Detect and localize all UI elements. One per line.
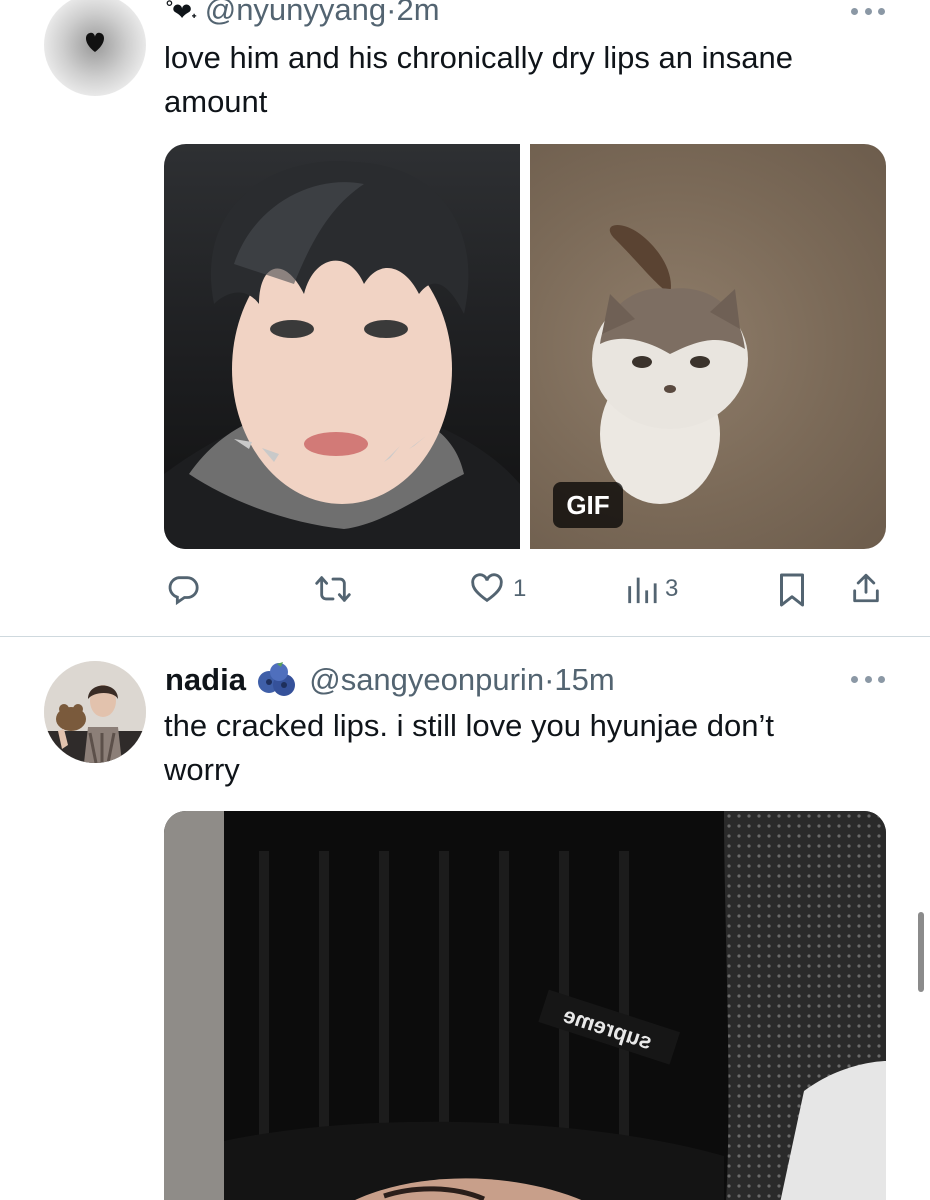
tweet-1[interactable]: ˚❤︎˖ @nyunyyang·2m love him and his chro… <box>0 0 930 636</box>
more-icon[interactable] <box>851 6 885 16</box>
tweet-text: the cracked lips. i still love you hyunj… <box>164 704 774 792</box>
avatar-photo <box>44 661 146 763</box>
tweet-text: love him and his chronically dry lips an… <box>164 36 793 124</box>
tweet-photo[interactable]: supreme <box>164 811 886 1200</box>
user-handle[interactable]: @sangyeonpurin <box>309 662 544 697</box>
like-icon <box>471 573 503 603</box>
tweet-text-line: amount <box>164 84 268 119</box>
gif-badge: GIF <box>553 482 623 528</box>
tweet-photo[interactable] <box>164 144 520 549</box>
heart-avatar-icon <box>85 32 105 52</box>
reply-button[interactable] <box>166 572 200 606</box>
separator: · <box>386 0 397 27</box>
timestamp[interactable]: 15m <box>554 662 614 697</box>
views-button[interactable]: 3 <box>625 572 678 606</box>
retweet-icon <box>315 576 351 602</box>
bookmark-icon <box>780 573 804 607</box>
share-icon <box>853 573 879 603</box>
display-name[interactable]: nadia <box>165 662 246 697</box>
tweet-text-line: the cracked lips. i still love you hyunj… <box>164 708 774 743</box>
views-count: 3 <box>665 575 679 602</box>
separator: · <box>544 662 555 697</box>
avatar[interactable] <box>44 0 146 96</box>
avatar[interactable] <box>44 661 146 763</box>
more-icon[interactable] <box>851 674 885 684</box>
share-button[interactable] <box>849 570 883 606</box>
display-name-decoration[interactable]: ˚❤︎˖ <box>166 0 198 26</box>
timestamp[interactable]: 2m <box>396 0 439 27</box>
views-icon <box>628 577 657 604</box>
tweet-2[interactable]: nadia @sangyeonpurin·15m the cracked lip… <box>0 637 930 1200</box>
user-handle[interactable]: @nyunyyang <box>205 0 386 27</box>
tweet-text-line: love him and his chronically dry lips an… <box>164 40 793 75</box>
tweet-header: nadia @sangyeonpurin·15m <box>165 660 615 698</box>
tweet-header: ˚❤︎˖ @nyunyyang·2m <box>166 0 440 31</box>
like-button[interactable]: 1 <box>469 572 526 606</box>
scrollbar[interactable] <box>918 912 924 992</box>
retweet-button[interactable] <box>314 572 352 606</box>
blueberries-emoji-icon <box>257 662 295 696</box>
reply-icon <box>168 576 199 606</box>
beanie-photo: supreme <box>164 811 886 1200</box>
like-count: 1 <box>513 575 527 602</box>
bookmark-button[interactable] <box>776 572 808 608</box>
portrait-image <box>164 161 520 549</box>
tweet-text-line: worry <box>164 752 240 787</box>
